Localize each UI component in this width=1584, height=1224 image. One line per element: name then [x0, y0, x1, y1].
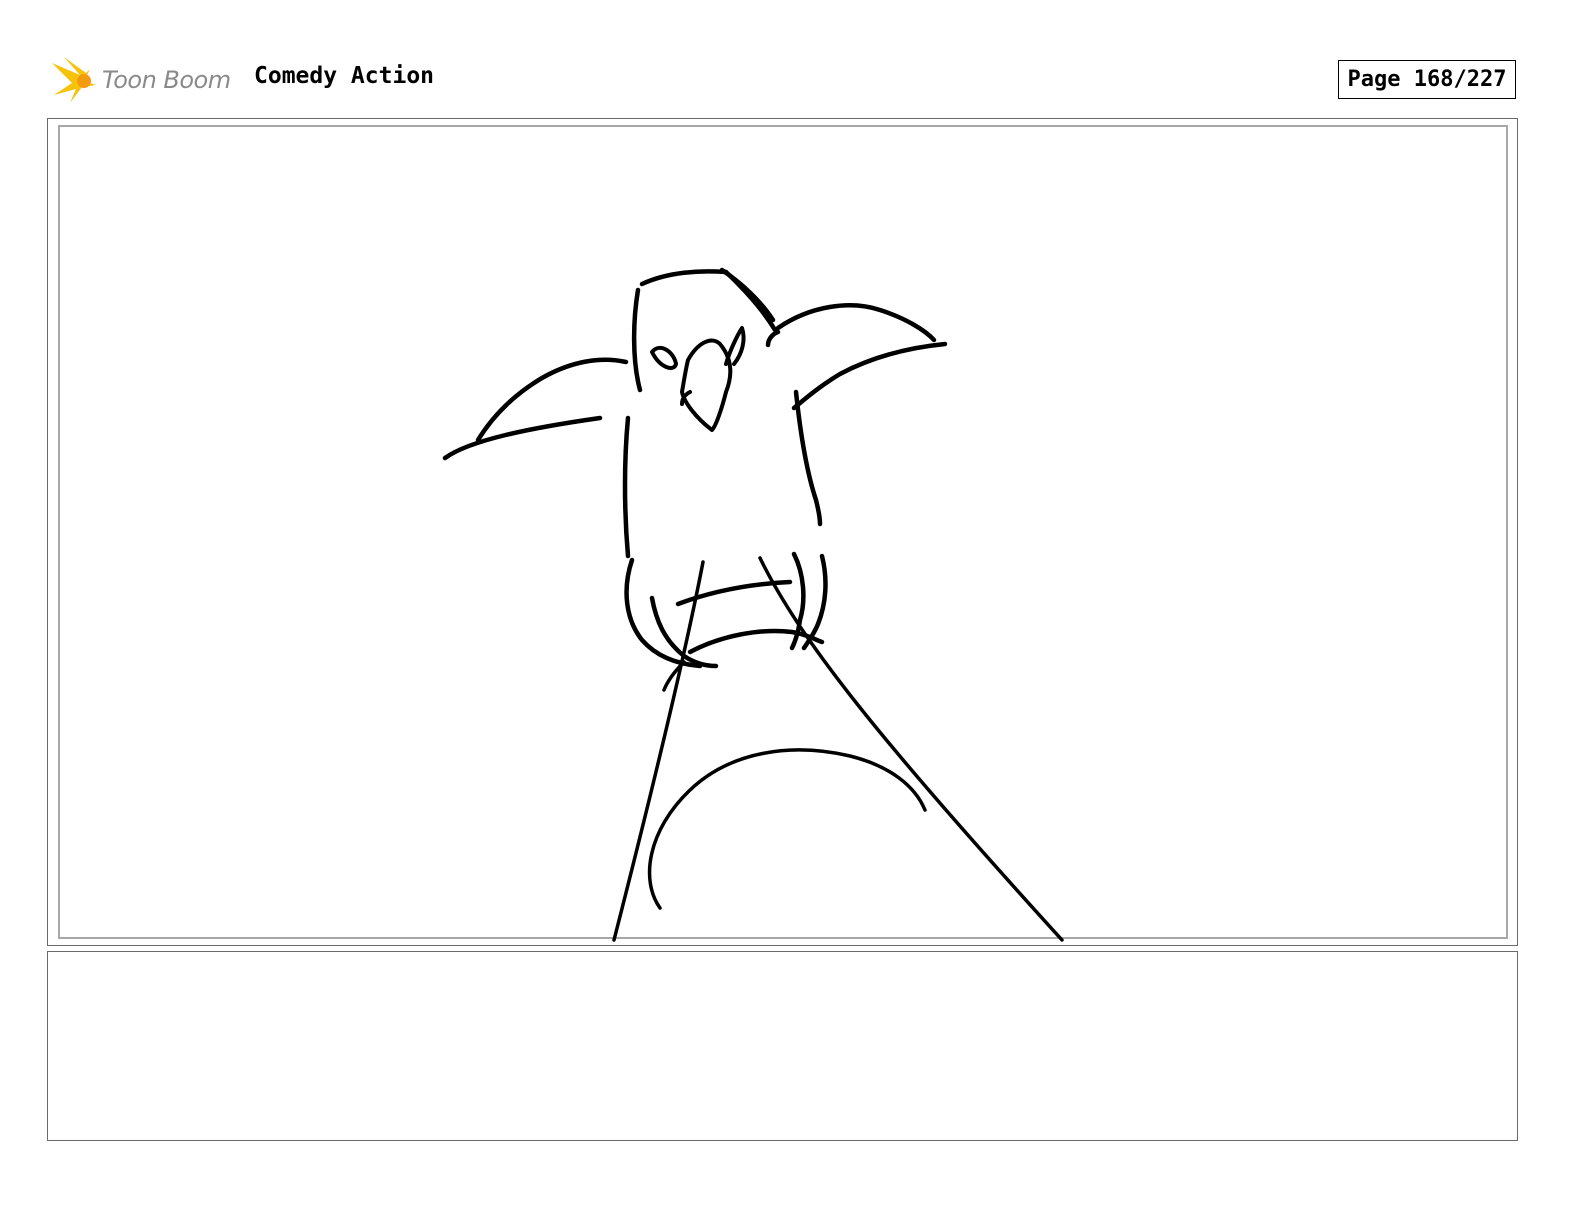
bird-head — [631, 267, 781, 393]
bird-feet — [624, 551, 828, 669]
right-wing — [775, 303, 948, 411]
notes-box — [47, 951, 1518, 1141]
ground-arc — [647, 748, 927, 910]
bird-face — [650, 326, 746, 432]
bird-body — [622, 389, 823, 559]
left-wing — [442, 357, 629, 461]
perch — [612, 556, 1064, 942]
